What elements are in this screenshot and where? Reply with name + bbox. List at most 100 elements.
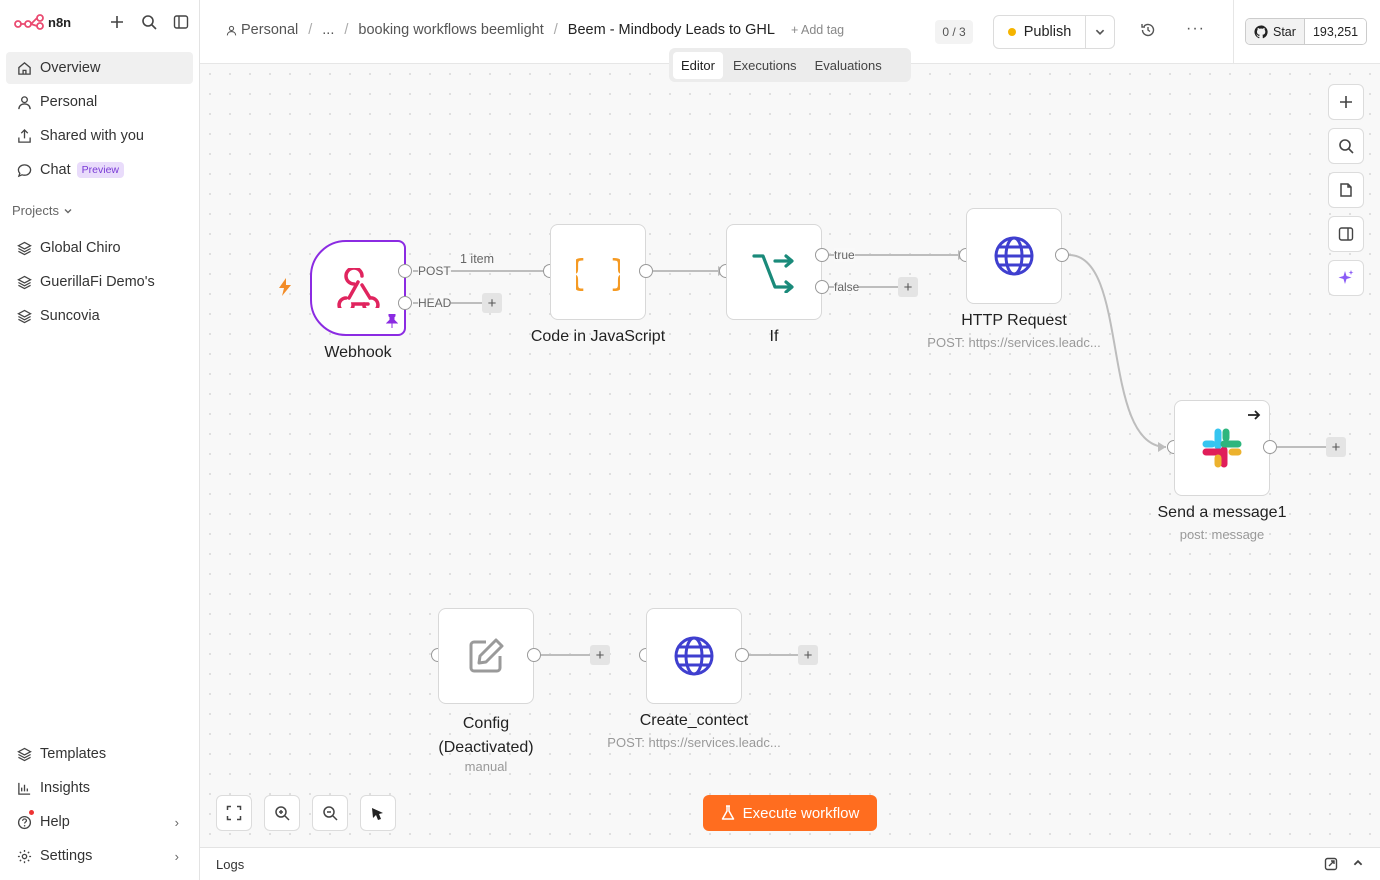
output-handle[interactable] bbox=[735, 648, 749, 662]
search-nodes-tool[interactable] bbox=[1328, 128, 1364, 164]
nav-templates[interactable]: Templates bbox=[6, 738, 193, 770]
code-braces-icon: { } bbox=[576, 253, 620, 292]
add-node-button[interactable]: + bbox=[590, 645, 610, 665]
output-handle[interactable] bbox=[398, 264, 412, 278]
workflow-canvas[interactable]: POST HEAD 1 item + Webhook { } Code in J… bbox=[200, 64, 1380, 847]
layers-icon bbox=[16, 308, 32, 324]
help-icon bbox=[16, 814, 32, 830]
chevron-up-icon[interactable] bbox=[1352, 856, 1364, 874]
output-handle[interactable] bbox=[639, 264, 653, 278]
fit-view-button[interactable] bbox=[216, 795, 252, 831]
more-options-icon[interactable]: ··· bbox=[1186, 20, 1205, 38]
breadcrumb-label: Personal bbox=[241, 22, 299, 38]
github-star-count: 193,251 bbox=[1304, 19, 1367, 44]
item-count-label: 1 item bbox=[460, 252, 495, 266]
projects-section-toggle[interactable]: Projects bbox=[12, 203, 73, 218]
add-node-tool[interactable] bbox=[1328, 84, 1364, 120]
output-label-false: false bbox=[834, 280, 860, 294]
n8n-logo-icon[interactable] bbox=[14, 14, 44, 30]
home-icon bbox=[16, 60, 32, 76]
node-create-contact[interactable] bbox=[646, 608, 742, 704]
nav-chat[interactable]: Chat Preview bbox=[6, 154, 193, 186]
sticky-note-icon bbox=[1340, 183, 1352, 197]
node-webhook[interactable] bbox=[310, 240, 406, 336]
logs-panel[interactable]: Logs bbox=[200, 847, 1380, 880]
user-icon bbox=[16, 94, 32, 110]
add-node-button[interactable]: + bbox=[798, 645, 818, 665]
search-icon bbox=[1339, 139, 1354, 154]
zoom-out-icon bbox=[323, 806, 338, 821]
nav-overview[interactable]: Overview bbox=[6, 52, 193, 84]
breadcrumb-separator: / bbox=[344, 22, 349, 38]
execute-label: Execute workflow bbox=[742, 804, 860, 822]
project-item[interactable]: GuerillaFi Demo's bbox=[6, 266, 193, 298]
add-icon[interactable] bbox=[108, 13, 126, 31]
nav-shared[interactable]: Shared with you bbox=[6, 120, 193, 152]
breadcrumb-personal[interactable]: Personal bbox=[226, 22, 298, 38]
zoom-out-button[interactable] bbox=[312, 795, 348, 831]
output-handle[interactable] bbox=[398, 296, 412, 310]
output-handle[interactable] bbox=[527, 648, 541, 662]
layers-icon bbox=[16, 240, 32, 256]
layers-icon bbox=[16, 274, 32, 290]
projects-label: Projects bbox=[12, 203, 59, 218]
output-handle-true[interactable] bbox=[815, 248, 829, 262]
flask-icon bbox=[721, 805, 734, 820]
add-tag-button[interactable]: + Add tag bbox=[791, 23, 844, 37]
execute-workflow-button[interactable]: Execute workflow bbox=[703, 795, 877, 831]
tidy-up-button[interactable] bbox=[360, 795, 396, 831]
nav-personal[interactable]: Personal bbox=[6, 86, 193, 118]
output-handle-false[interactable] bbox=[815, 280, 829, 294]
nav-insights[interactable]: Insights bbox=[6, 772, 193, 804]
sticky-note-tool[interactable] bbox=[1328, 172, 1364, 208]
publish-button[interactable]: Publish bbox=[994, 16, 1086, 48]
node-subtitle-http: POST: https://services.leadc... bbox=[927, 335, 1101, 350]
nav-help[interactable]: Help › bbox=[6, 806, 193, 838]
zoom-in-button[interactable] bbox=[264, 795, 300, 831]
user-icon bbox=[226, 25, 237, 35]
project-item[interactable]: Suncovia bbox=[6, 300, 193, 332]
node-config[interactable] bbox=[438, 608, 534, 704]
nav-settings[interactable]: Settings › bbox=[6, 840, 193, 872]
github-icon bbox=[1254, 24, 1268, 38]
add-node-button[interactable]: + bbox=[482, 293, 502, 313]
canvas-zoom-toolbar bbox=[216, 795, 396, 831]
breadcrumb-folder[interactable]: booking workflows beemlight bbox=[358, 22, 543, 38]
edit-icon bbox=[469, 638, 504, 673]
breadcrumb-ellipsis[interactable]: ... bbox=[322, 22, 334, 38]
nav-label: Chat bbox=[40, 162, 71, 178]
node-label-http: HTTP Request bbox=[961, 312, 1067, 329]
github-star-widget[interactable]: Star 193,251 bbox=[1245, 18, 1368, 45]
node-if[interactable] bbox=[726, 224, 822, 320]
tab-executions[interactable]: Executions bbox=[725, 52, 805, 79]
node-send-message[interactable] bbox=[1174, 400, 1270, 496]
tab-evaluations[interactable]: Evaluations bbox=[807, 52, 890, 79]
workflow-name[interactable]: Beem - Mindbody Leads to GHL bbox=[568, 22, 775, 38]
node-code[interactable]: { } bbox=[550, 224, 646, 320]
node-http-request[interactable] bbox=[966, 208, 1062, 304]
collapse-sidebar-icon[interactable] bbox=[172, 13, 190, 31]
output-handle[interactable] bbox=[1263, 440, 1277, 454]
popout-icon[interactable] bbox=[1324, 857, 1338, 876]
chevron-down-icon bbox=[1095, 29, 1105, 35]
fit-view-icon bbox=[226, 805, 242, 821]
add-node-button[interactable]: + bbox=[898, 277, 918, 297]
tab-editor[interactable]: Editor bbox=[673, 51, 723, 79]
project-item[interactable]: Global Chiro bbox=[6, 232, 193, 264]
output-handle[interactable] bbox=[1055, 248, 1069, 262]
sidebar: n8n Overview Personal Shared with you Ch… bbox=[0, 0, 200, 880]
panel-icon bbox=[1338, 227, 1354, 241]
plus-icon bbox=[1340, 96, 1352, 108]
breadcrumb: Personal / ... / booking workflows beeml… bbox=[226, 22, 844, 38]
search-icon[interactable] bbox=[140, 13, 158, 31]
gear-icon bbox=[16, 848, 32, 864]
logs-title: Logs bbox=[216, 857, 245, 872]
publish-dropdown[interactable] bbox=[1086, 26, 1114, 38]
github-star-button[interactable]: Star bbox=[1246, 19, 1305, 44]
history-icon[interactable] bbox=[1140, 22, 1156, 43]
chevron-down-icon bbox=[64, 208, 72, 213]
toggle-panel-tool[interactable] bbox=[1328, 216, 1364, 252]
add-node-button[interactable]: + bbox=[1326, 437, 1346, 457]
ai-assistant-tool[interactable] bbox=[1328, 260, 1364, 296]
node-label-slack: Send a message1 bbox=[1157, 504, 1287, 521]
